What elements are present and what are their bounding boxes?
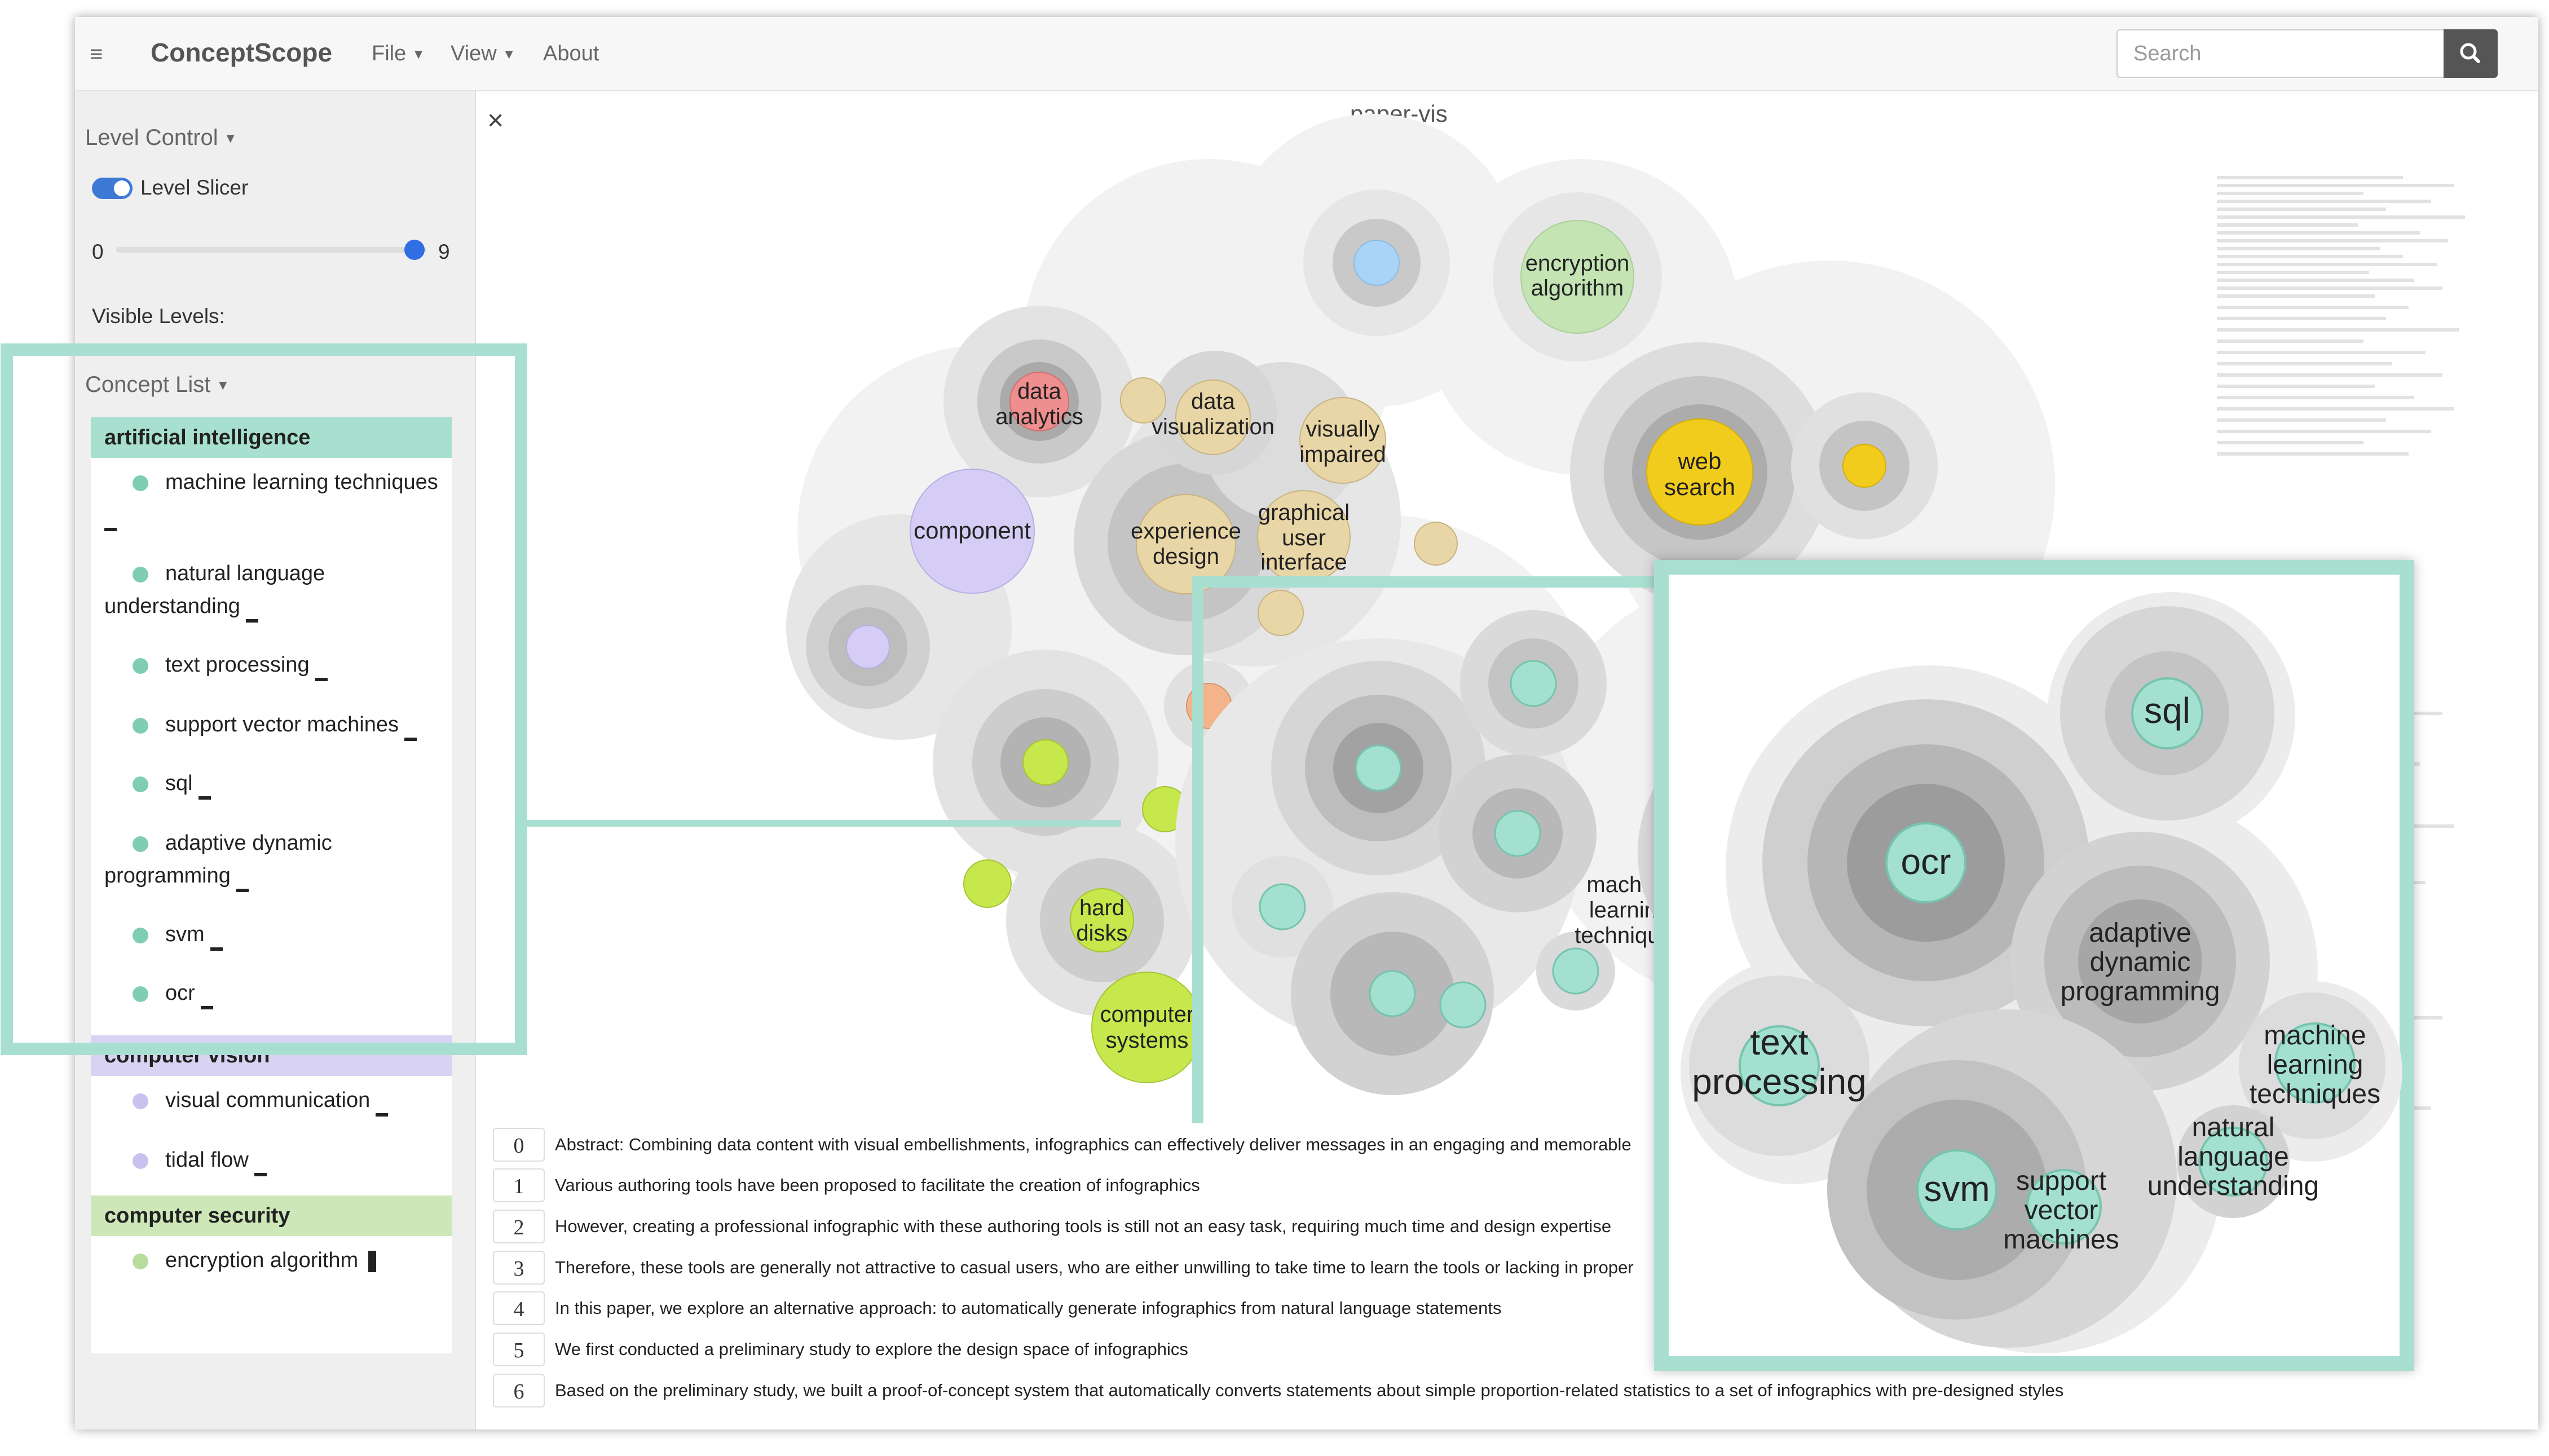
zoom-label: dynamic [2090, 947, 2191, 977]
zoom-label: language [2177, 1142, 2289, 1172]
zoom-label: natural [2192, 1113, 2275, 1142]
zoom-label: support [2016, 1166, 2106, 1196]
zoom-label: machine [2264, 1021, 2366, 1051]
zoom-label: programming [2061, 977, 2220, 1007]
zoom-label: text [1750, 1022, 1808, 1062]
zoom-label: techniques [2250, 1079, 2380, 1109]
zoom-label: sql [2144, 690, 2190, 731]
annotation-overlay: sql ocr adaptive dynamic programming tex… [1, 343, 2414, 1371]
zoom-label: vector [2025, 1195, 2098, 1225]
zoom-label: adaptive [2089, 918, 2191, 948]
zoom-label: ocr [1901, 841, 1951, 882]
zoom-label: learning [2267, 1050, 2363, 1080]
zoom-label: processing [1692, 1061, 1867, 1102]
concept-list-highlight-frame [1, 343, 527, 1055]
zoom-label: machines [2003, 1225, 2119, 1255]
zoom-label: understanding [2147, 1171, 2319, 1201]
zoom-panel: sql ocr adaptive dynamic programming tex… [1654, 560, 2414, 1371]
zoom-label: svm [1924, 1168, 1990, 1209]
